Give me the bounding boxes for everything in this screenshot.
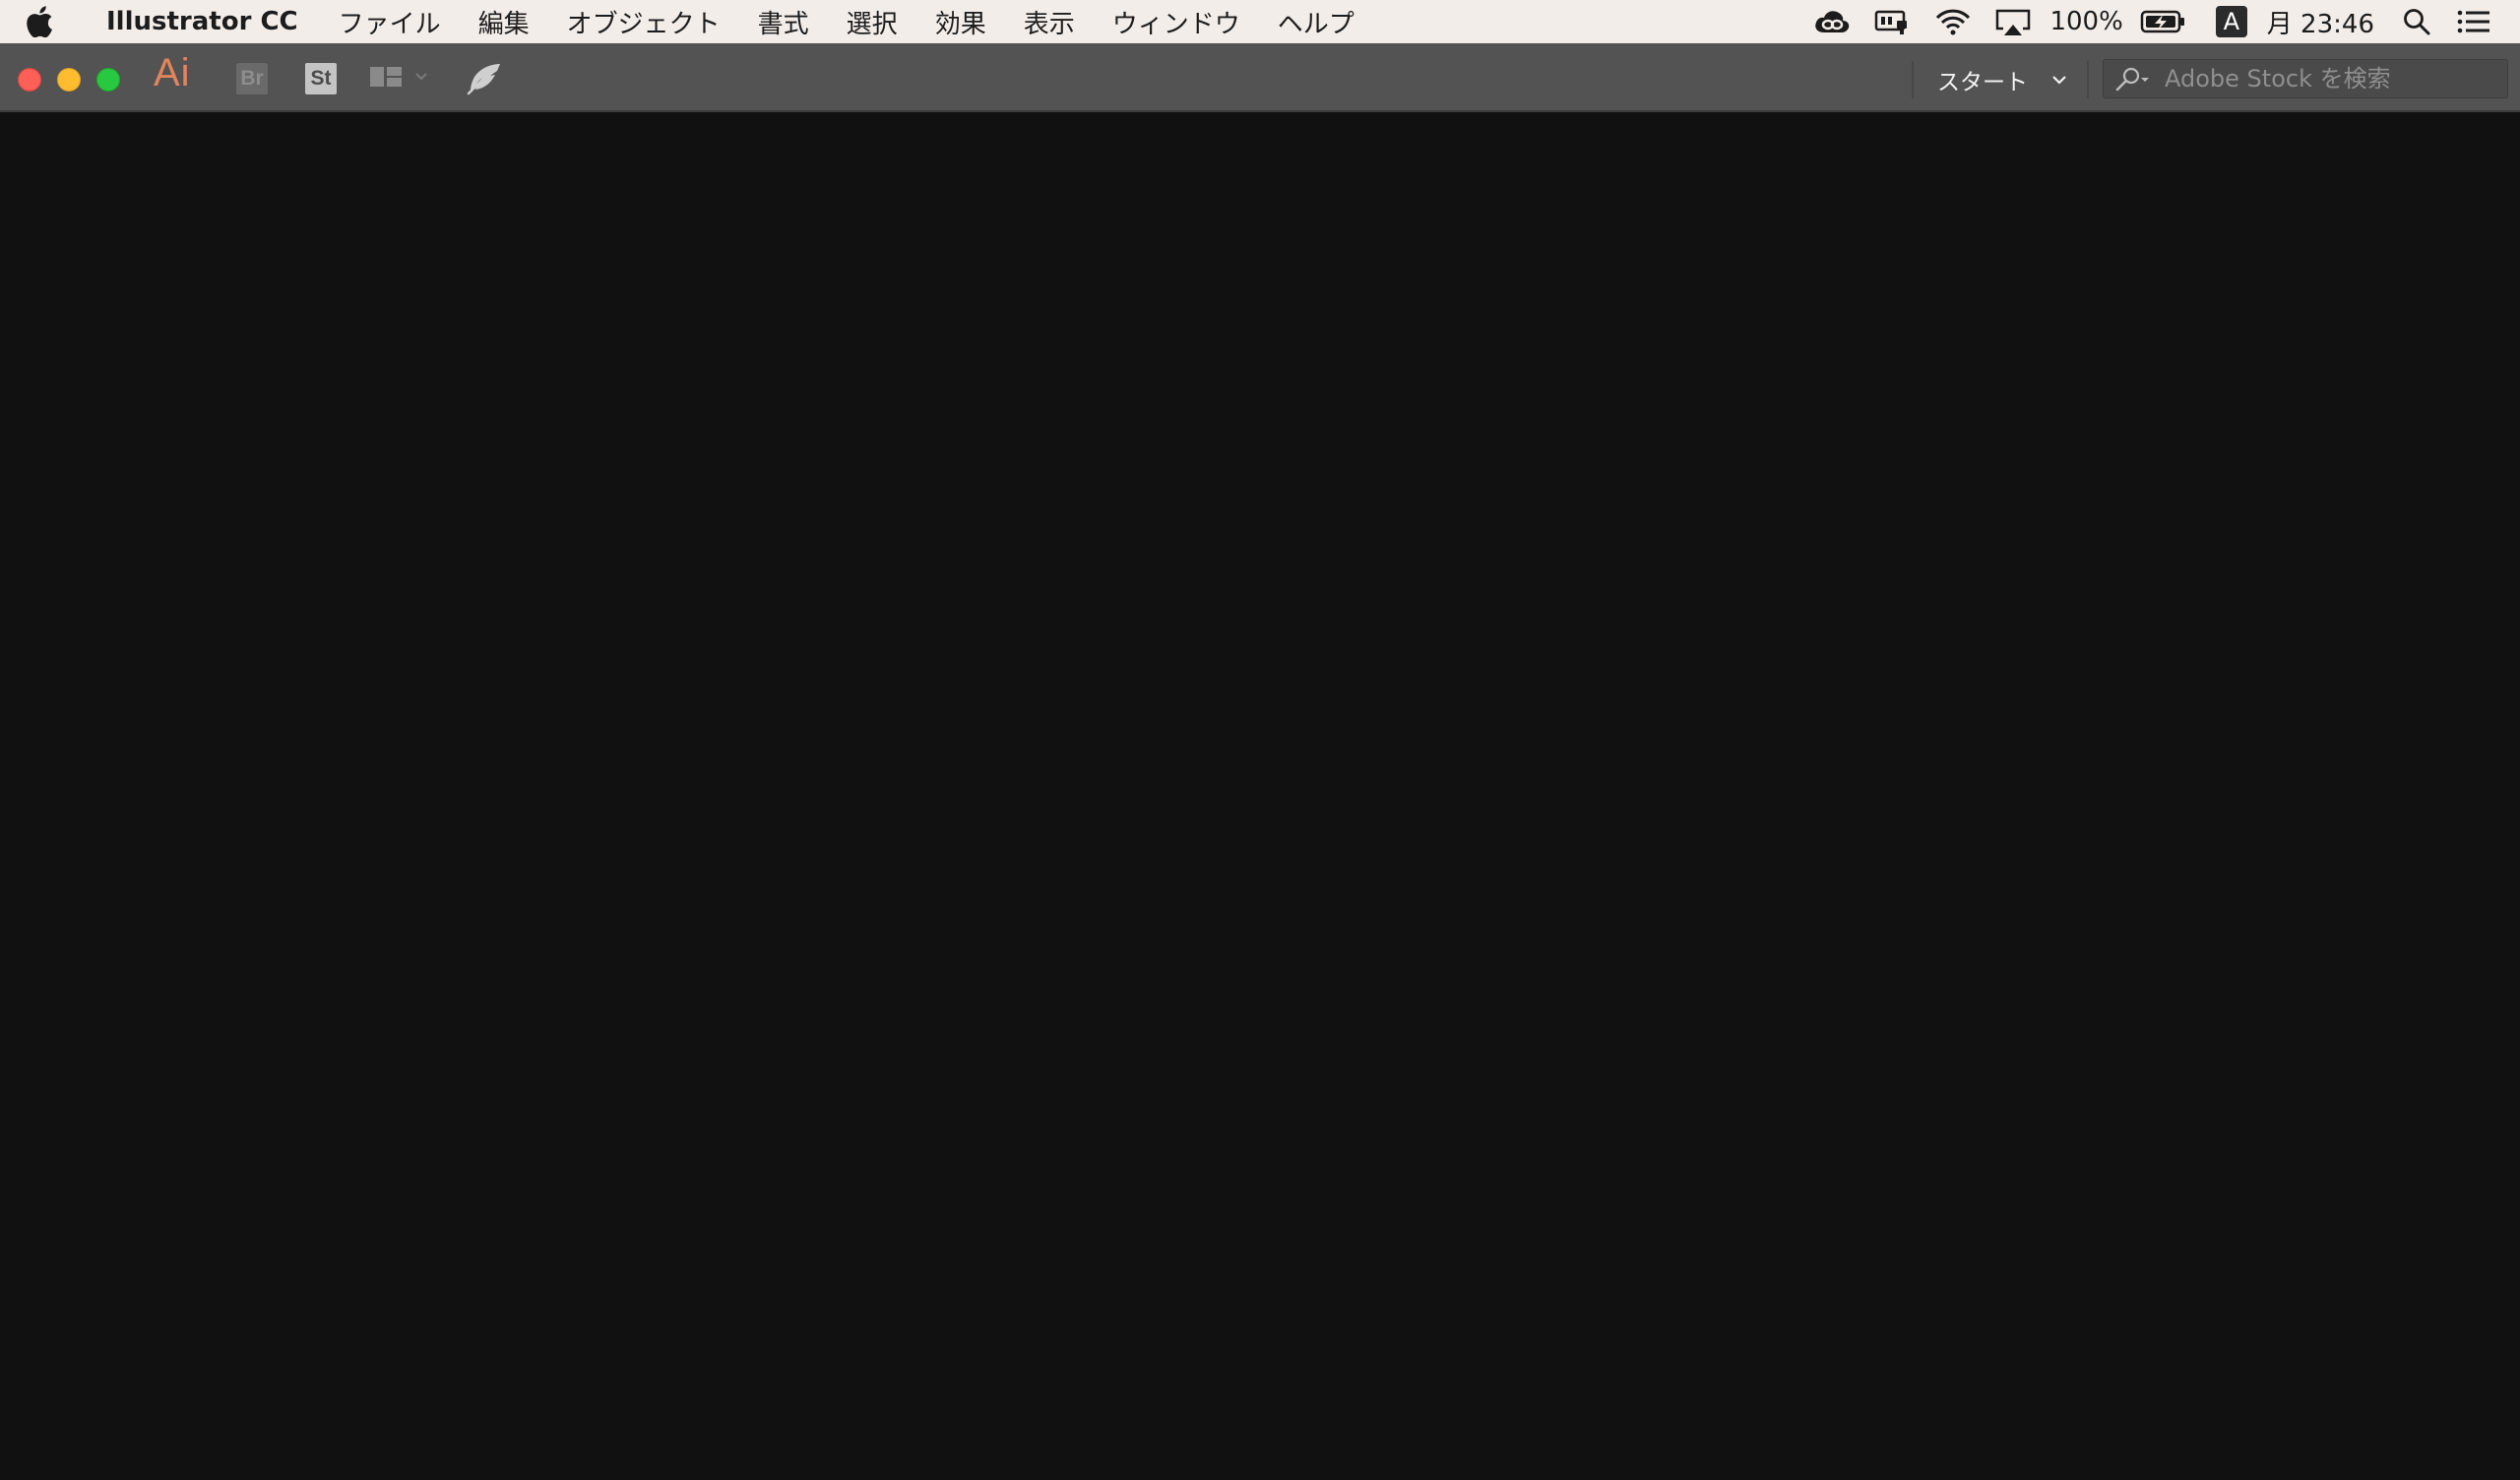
illustrator-logo: Ai	[154, 51, 191, 94]
battery-percent: 100%	[2049, 7, 2123, 36]
menu-help[interactable]: ヘルプ	[1259, 4, 1373, 40]
chevron-down-icon	[415, 73, 427, 81]
spotlight-search-icon[interactable]	[2402, 7, 2431, 36]
menu-edit[interactable]: 編集	[460, 4, 548, 40]
window-close-button[interactable]	[18, 68, 41, 92]
workspace-canvas[interactable]	[0, 114, 2520, 1480]
workspace-label: スタート	[1937, 70, 2028, 95]
menu-view[interactable]: 表示	[1005, 4, 1094, 40]
power-adapter-icon[interactable]	[1873, 7, 1913, 36]
bridge-button[interactable]: Br	[236, 63, 268, 94]
wifi-icon[interactable]	[1934, 7, 1972, 36]
creative-cloud-icon[interactable]	[1812, 7, 1852, 36]
window-maximize-button[interactable]	[96, 68, 120, 92]
airplay-icon[interactable]	[1993, 7, 2033, 36]
menu-object[interactable]: オブジェクト	[548, 4, 739, 40]
adobe-stock-search-input[interactable]	[2163, 64, 2507, 93]
arrange-documents-button[interactable]	[368, 65, 431, 89]
system-menu-bar: Illustrator CC ファイル 編集 オブジェクト 書式 選択 効果 表…	[0, 0, 2520, 43]
active-app-name[interactable]: Illustrator CC	[106, 7, 298, 36]
appbar-divider-right	[2087, 61, 2089, 98]
notification-center-icon[interactable]	[2456, 7, 2491, 36]
adobe-stock-search[interactable]	[2103, 59, 2508, 98]
chevron-down-icon	[2052, 76, 2066, 85]
status-area: 100% A 月 23:46	[1801, 0, 2520, 43]
battery-charging-icon[interactable]	[2140, 7, 2187, 36]
gpu-performance-icon[interactable]	[465, 61, 504, 100]
arrange-documents-icon	[370, 67, 402, 87]
menu-window[interactable]: ウィンドウ	[1094, 4, 1259, 40]
workspace-switcher[interactable]: スタート	[1937, 61, 2069, 98]
input-source-badge[interactable]: A	[2215, 6, 2247, 37]
apple-menu-icon[interactable]	[26, 6, 81, 37]
appbar-divider-left	[1912, 61, 1914, 98]
menu-effect[interactable]: 効果	[916, 4, 1005, 40]
menu-items: ファイル 編集 オブジェクト 書式 選択 効果 表示 ウィンドウ ヘルプ	[320, 4, 1373, 40]
window-minimize-button[interactable]	[57, 68, 81, 92]
menu-select[interactable]: 選択	[828, 4, 916, 40]
menu-type[interactable]: 書式	[739, 4, 828, 40]
stock-button[interactable]: St	[305, 63, 337, 94]
application-bar: Ai Br St スタート	[0, 43, 2520, 112]
search-icon	[2115, 67, 2149, 92]
menu-file[interactable]: ファイル	[320, 4, 460, 40]
clock[interactable]: 月 23:46	[2267, 4, 2374, 40]
